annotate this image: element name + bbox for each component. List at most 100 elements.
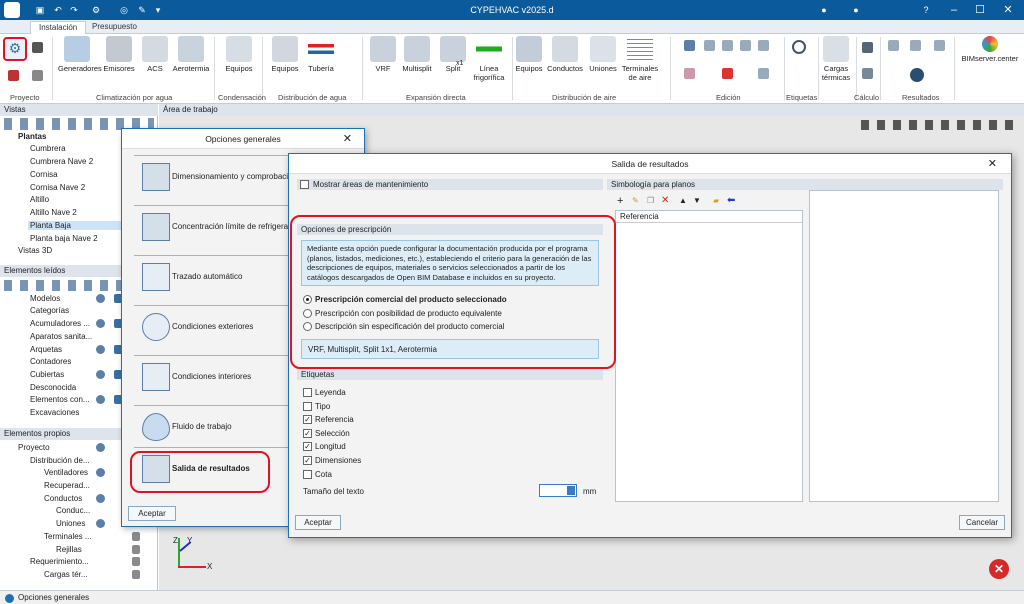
move-points-icon[interactable]	[722, 40, 733, 51]
propio-item[interactable]: Recuperad...	[44, 481, 90, 490]
split-button[interactable]: Split	[434, 36, 472, 73]
category-item[interactable]: Excavaciones	[30, 408, 79, 417]
planta-item-selected[interactable]: Planta Baja	[28, 221, 128, 230]
folder-icon[interactable]: ▰	[713, 196, 719, 205]
close-icon[interactable]: ✕	[343, 129, 352, 149]
calculate-icon[interactable]	[862, 42, 873, 53]
add-icon[interactable]: +	[617, 195, 623, 207]
cloud-icon[interactable]: ●	[818, 4, 830, 16]
move-down-icon[interactable]: ▼	[693, 196, 701, 205]
propio-item[interactable]: Distribución de...	[30, 456, 90, 465]
visibility-icon[interactable]	[96, 519, 105, 528]
agua-equipos-button[interactable]: Equipos	[266, 36, 304, 73]
aerotermia-button[interactable]: Aerotermia	[172, 36, 210, 73]
copy-icon[interactable]	[740, 40, 751, 51]
planta-item[interactable]: Cornisa	[30, 170, 58, 179]
visibility-icon[interactable]	[96, 370, 105, 379]
propio-item[interactable]: Rejillas	[56, 545, 82, 554]
tree-plantas[interactable]: Plantas	[18, 132, 46, 141]
document-icon[interactable]	[32, 70, 43, 81]
minimize-button[interactable]: –	[940, 0, 968, 20]
error-check-icon[interactable]	[910, 68, 924, 82]
checkbox-leyenda[interactable]	[303, 388, 312, 397]
planta-item[interactable]: Altillo Nave 2	[30, 208, 77, 217]
report-icon[interactable]	[888, 40, 899, 51]
condensacion-equipos-button[interactable]: Equipos	[220, 36, 258, 73]
lock-icon[interactable]	[132, 532, 140, 541]
visibility-icon[interactable]	[96, 443, 105, 452]
tuberia-button[interactable]: Tubería	[302, 36, 340, 73]
conductos-button[interactable]: Conductos	[546, 36, 584, 73]
spinner-icon[interactable]	[567, 486, 575, 495]
list-icon[interactable]	[910, 40, 921, 51]
tab-instalacion[interactable]: Instalación	[30, 21, 87, 34]
delete-icon[interactable]: ✕	[661, 195, 669, 206]
checkbox-tipo[interactable]	[303, 402, 312, 411]
tab-presupuesto[interactable]: Presupuesto	[84, 21, 145, 34]
help-circle-icon[interactable]: ?	[920, 4, 932, 16]
lock-icon[interactable]	[132, 570, 140, 579]
generadores-button[interactable]: Generadores	[58, 36, 102, 73]
category-item[interactable]: Cubiertas	[30, 370, 64, 379]
uniones-button[interactable]: Uniones	[584, 36, 622, 73]
text-size-input[interactable]	[539, 484, 577, 497]
category-item[interactable]: Acumuladores ...	[30, 319, 90, 328]
checkbox-dimensiones[interactable]: ✓	[303, 456, 312, 465]
maximize-button[interactable]: ☐	[966, 0, 994, 20]
cancel-button[interactable]: Cancelar	[959, 515, 1005, 530]
edit-pencil-icon[interactable]	[684, 40, 695, 51]
planta-item[interactable]: Cumbrera Nave 2	[30, 157, 93, 166]
aire-equipos-button[interactable]: Equipos	[510, 36, 548, 73]
visibility-icon[interactable]	[96, 468, 105, 477]
search-icon[interactable]	[792, 40, 806, 54]
import-arrow-icon[interactable]: ⬅	[727, 195, 735, 206]
propio-item[interactable]: Cargas tér...	[44, 570, 88, 579]
accept-button[interactable]: Aceptar	[128, 506, 176, 521]
lock-icon[interactable]	[132, 545, 140, 554]
propio-item[interactable]: Uniones	[56, 519, 85, 528]
mostrar-checkbox[interactable]	[300, 180, 309, 189]
linea-frigorifica-button[interactable]: Línea frigorífica	[468, 36, 510, 82]
move-icon[interactable]	[704, 40, 715, 51]
planta-item[interactable]: Cornisa Nave 2	[30, 183, 85, 192]
accept-button[interactable]: Aceptar	[295, 515, 341, 530]
acs-button[interactable]: ACS	[136, 36, 174, 73]
checkbox-longitud[interactable]: ✓	[303, 442, 312, 451]
checkbox-cota[interactable]	[303, 470, 312, 479]
terminales-aire-button[interactable]: Terminales de aire	[620, 36, 660, 82]
propio-item[interactable]: Ventiladores	[44, 468, 88, 477]
tree-icon[interactable]	[934, 40, 945, 51]
move-up-icon[interactable]: ▲	[679, 196, 687, 205]
visibility-icon[interactable]	[96, 345, 105, 354]
cube-icon[interactable]	[8, 70, 19, 81]
propio-item[interactable]: Conduc...	[56, 506, 90, 515]
visibility-icon[interactable]	[96, 395, 105, 404]
emisores-button[interactable]: Emisores	[100, 36, 138, 73]
checkbox-referencia[interactable]: ✓	[303, 415, 312, 424]
planta-item[interactable]: Cumbrera	[30, 144, 66, 153]
cloud-sync-icon[interactable]: ●	[850, 4, 862, 16]
checkbox-seleccion[interactable]: ✓	[303, 429, 312, 438]
copy-icon[interactable]: ❐	[647, 196, 654, 205]
lock-icon[interactable]	[132, 557, 140, 566]
planta-item[interactable]: Planta baja Nave 2	[30, 234, 98, 243]
tree-proyecto[interactable]: Proyecto	[18, 443, 50, 452]
category-item[interactable]: Elementos con...	[30, 395, 90, 404]
cargas-termicas-button[interactable]: Cargas térmicas	[816, 36, 856, 82]
delete-icon[interactable]	[722, 68, 733, 79]
calculator-icon[interactable]	[32, 42, 43, 53]
category-item[interactable]: Aparatos sanita...	[30, 332, 92, 341]
category-item[interactable]: Arquetas	[30, 345, 62, 354]
reference-column-header[interactable]: Referencia	[616, 211, 802, 223]
propio-item[interactable]: Terminales ...	[44, 532, 92, 541]
general-options-button[interactable]: ⚙	[3, 37, 27, 61]
error-icon[interactable]: ✕	[989, 559, 1009, 579]
info-icon[interactable]	[758, 68, 769, 79]
propio-item[interactable]: Requerimiento...	[30, 557, 89, 566]
category-item[interactable]: Desconocida	[30, 383, 76, 392]
bimserver-button[interactable]: BIMserver.center	[960, 36, 1020, 63]
propio-item[interactable]: Conductos	[44, 494, 82, 503]
reference-list[interactable]: Referencia	[615, 210, 803, 502]
category-item[interactable]: Contadores	[30, 357, 71, 366]
rotate-icon[interactable]	[758, 40, 769, 51]
